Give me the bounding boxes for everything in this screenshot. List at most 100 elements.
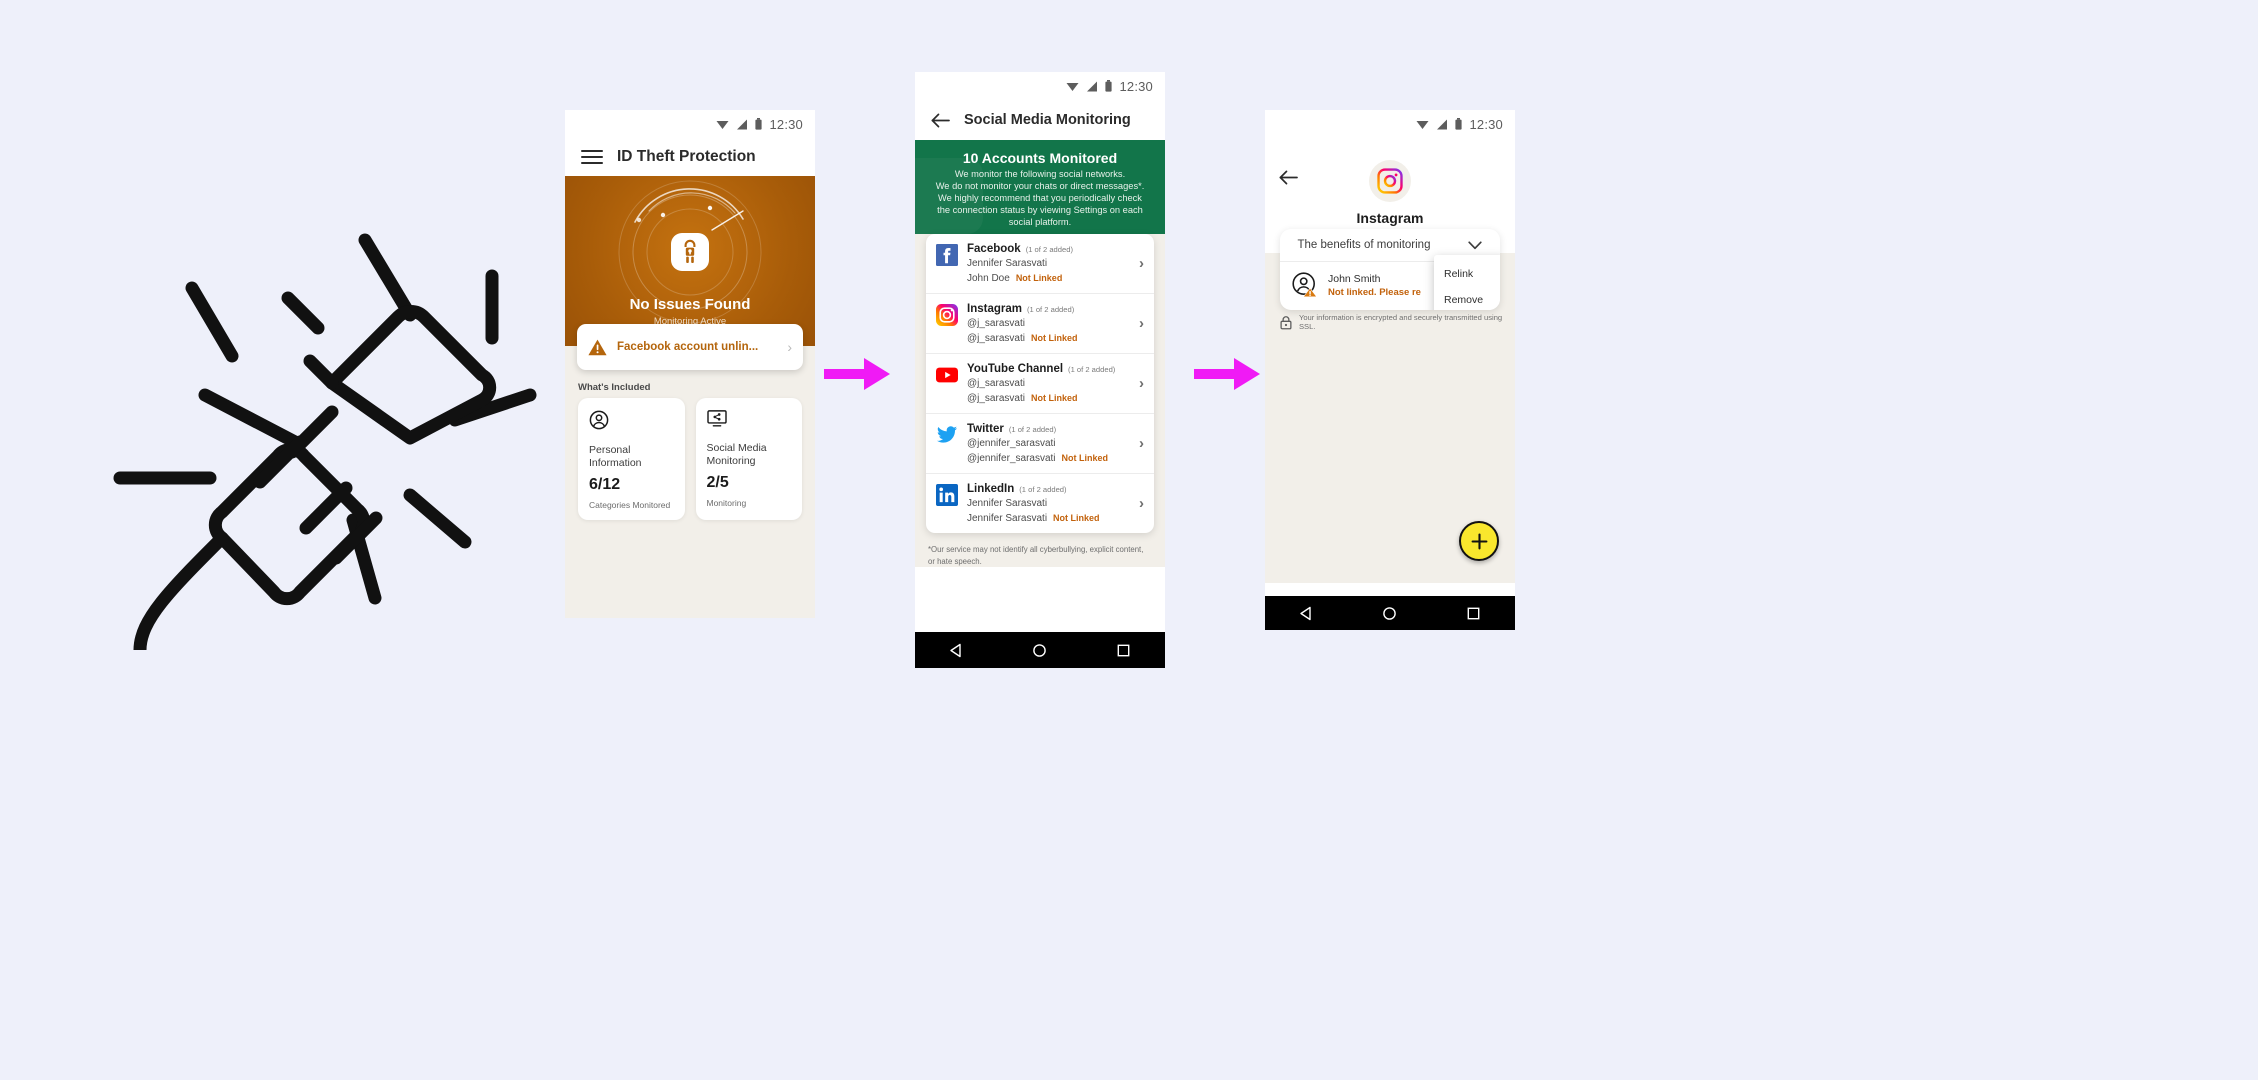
platform-name: Twitter — [967, 423, 1004, 436]
wifi-icon — [1416, 120, 1429, 129]
card-social-media-monitoring[interactable]: Social Media Monitoring 2/5 Monitoring — [695, 398, 802, 520]
account-handle: @j_sarasvati — [967, 318, 1025, 330]
square-recents-icon[interactable] — [1466, 606, 1481, 621]
status-bar-1: 12:30 — [565, 110, 815, 138]
hero-headline: No Issues Found — [629, 296, 751, 313]
triangle-back-icon[interactable] — [949, 643, 964, 658]
plus-icon — [1471, 533, 1487, 549]
app-bar-social: Social Media Monitoring — [915, 100, 1165, 140]
page-title: ID Theft Protection — [617, 148, 756, 165]
chevron-right-icon[interactable]: › — [1139, 315, 1144, 332]
battery-icon — [755, 118, 763, 130]
card-value: 2/5 — [706, 474, 729, 492]
warning-triangle-icon — [588, 339, 607, 355]
platform-name: Facebook — [967, 243, 1021, 256]
status-clock: 12:30 — [1469, 116, 1503, 132]
status-badge: Not Linked — [1030, 393, 1078, 404]
canvas: 12:30 ID Theft Protection No Issues Foun… — [0, 0, 2258, 1080]
circle-home-icon[interactable] — [1032, 643, 1047, 658]
added-count: (1 of 2 added) — [1025, 245, 1073, 255]
status-bar-3: 12:30 — [1265, 110, 1515, 138]
status-badge: Not Linked — [1030, 333, 1078, 344]
account-handle: Jennifer Sarasvati — [967, 498, 1048, 510]
table-row[interactable]: Twitter (1 of 2 added) @jennifer_sarasva… — [926, 414, 1154, 475]
account-handle: @jennifer_sarasvati — [967, 438, 1056, 450]
disclaimer-text: *Our service may not identify all cyberb… — [928, 545, 1144, 566]
shield-person-badge-icon — [671, 233, 709, 271]
plug-body — [208, 442, 371, 606]
status-clock: 12:30 — [769, 116, 803, 132]
chevron-right-icon[interactable]: › — [1139, 495, 1144, 512]
chevron-down-icon — [1468, 240, 1483, 249]
page-title: Instagram — [1356, 210, 1424, 226]
card-value: 6/12 — [589, 476, 621, 494]
table-row[interactable]: LinkedIn (1 of 2 added) Jennifer Sarasva… — [926, 474, 1154, 533]
monitoring-card: The benefits of monitoring John Smith No… — [1280, 229, 1500, 310]
page-title: Social Media Monitoring — [964, 112, 1131, 128]
wifi-icon — [716, 120, 729, 129]
header-body: We monitor the following social networks… — [935, 169, 1145, 227]
signal-icon — [1437, 119, 1448, 129]
status-clock: 12:30 — [1119, 78, 1153, 94]
platform-name: YouTube Channel — [967, 363, 1064, 376]
twitter-icon — [936, 426, 958, 444]
android-nav-bar-3 — [1265, 596, 1515, 630]
triangle-back-icon[interactable] — [1299, 606, 1314, 621]
person-circle-icon — [589, 410, 609, 430]
table-row[interactable]: Facebook (1 of 2 added) Jennifer Sarasva… — [926, 234, 1154, 295]
platform-name: Instagram — [967, 303, 1022, 316]
card-desc: Monitoring — [706, 498, 747, 509]
unplugged-plug-illustration — [110, 190, 560, 650]
menu-item-relink[interactable]: Relink — [1434, 261, 1500, 287]
instagram-icon — [936, 304, 958, 327]
secondary-account: John Doe — [967, 273, 1010, 285]
hamburger-icon[interactable] — [581, 150, 603, 164]
youtube-icon — [936, 368, 958, 383]
chevron-right-icon[interactable]: › — [1139, 375, 1144, 392]
card-title: Social Media Monitoring — [706, 442, 767, 468]
signal-icon — [737, 119, 748, 129]
hero-status-panel: No Issues Found Monitoring Active — [565, 176, 815, 346]
flow-arrow-2 — [1194, 356, 1260, 392]
alert-text: Facebook account unlin... — [617, 341, 759, 353]
battery-icon — [1105, 80, 1113, 92]
platform-logo-circle — [1369, 160, 1411, 202]
added-count: (1 of 2 added) — [1008, 425, 1057, 435]
card-desc: Categories Monitored — [589, 500, 671, 511]
added-count: (1 of 2 added) — [1068, 365, 1116, 375]
add-account-fab[interactable] — [1459, 521, 1499, 561]
table-row[interactable]: Instagram (1 of 2 added) @j_sarasvati @j… — [926, 294, 1154, 355]
social-body: Facebook (1 of 2 added) Jennifer Sarasva… — [915, 234, 1165, 568]
context-menu: Relink Remove — [1434, 255, 1500, 310]
chevron-right-icon[interactable]: › — [1139, 435, 1144, 452]
secondary-account: Jennifer Sarasvati — [967, 513, 1048, 525]
status-badge: Not Linked — [1015, 273, 1063, 284]
wifi-icon — [1066, 82, 1079, 91]
dropdown-label: The benefits of monitoring — [1297, 239, 1431, 251]
chevron-right-icon[interactable]: › — [1139, 255, 1144, 272]
spark-ray — [281, 291, 325, 335]
phone-screen-home: 12:30 ID Theft Protection No Issues Foun… — [565, 110, 815, 618]
header-title: 10 Accounts Monitored — [962, 150, 1118, 166]
facebook-unlinked-alert-card[interactable]: Facebook account unlin... › — [577, 324, 803, 370]
facebook-icon — [936, 244, 958, 267]
home-body: Facebook account unlin... › What's Inclu… — [565, 324, 815, 618]
arrow-left-icon[interactable] — [931, 113, 950, 128]
arrow-left-icon[interactable] — [1279, 170, 1298, 185]
secondary-account: @j_sarasvati — [967, 393, 1025, 405]
flow-arrow-1 — [824, 356, 890, 392]
added-count: (1 of 2 added) — [1026, 305, 1075, 315]
chevron-right-icon: › — [787, 339, 792, 355]
included-cards: Personal Information 6/12 Categories Mon… — [578, 398, 802, 520]
table-row[interactable]: YouTube Channel (1 of 2 added) @j_sarasv… — [926, 354, 1154, 415]
section-label: What's Included — [578, 382, 651, 393]
instagram-body: The benefits of monitoring John Smith No… — [1265, 229, 1515, 583]
person-warning-avatar-icon — [1292, 272, 1318, 298]
battery-icon — [1455, 118, 1463, 130]
card-personal-information[interactable]: Personal Information 6/12 Categories Mon… — [578, 398, 685, 520]
ssl-text: Your information is encrypted and secure… — [1298, 313, 1503, 331]
circle-home-icon[interactable] — [1382, 606, 1397, 621]
secondary-account: @jennifer_sarasvati — [967, 453, 1056, 465]
menu-item-remove[interactable]: Remove — [1434, 287, 1500, 310]
square-recents-icon[interactable] — [1116, 643, 1131, 658]
